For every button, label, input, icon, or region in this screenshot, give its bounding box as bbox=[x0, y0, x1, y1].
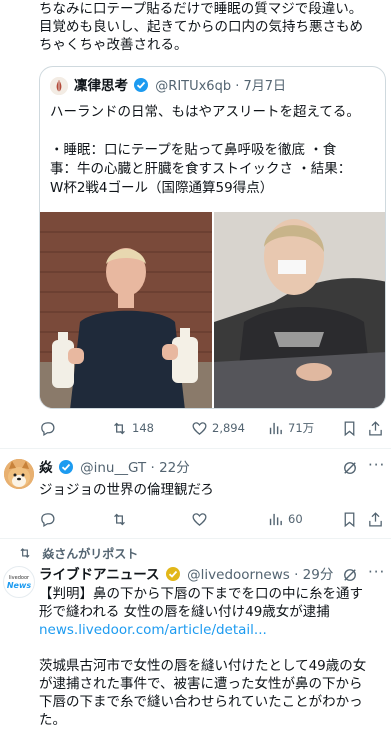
tweet2-action-bar: 60 bbox=[39, 509, 386, 529]
quote-author-name[interactable]: 凜律思考 bbox=[74, 78, 128, 94]
tweet3-grok-icon[interactable] bbox=[341, 566, 359, 584]
retweet-icon bbox=[20, 548, 30, 558]
tweet1-bookmark-button[interactable] bbox=[341, 420, 358, 437]
heart-icon bbox=[192, 512, 207, 526]
tweet1-share-button[interactable] bbox=[367, 420, 384, 437]
tweet2-retweet-button[interactable] bbox=[111, 511, 132, 528]
tweet2-bookmark-button[interactable] bbox=[341, 511, 358, 528]
quote-tweet-card[interactable]: 凜律思考 @RITUx6qb · 7月7日 ハーランドの日常、もはやアスリートを… bbox=[39, 66, 386, 409]
repost-label: 焱さんがリポスト bbox=[42, 547, 139, 561]
tweet1-retweet-button[interactable]: 148 bbox=[111, 420, 154, 437]
verified-badge-icon bbox=[58, 460, 73, 474]
tweet2-time[interactable]: · 22分 bbox=[150, 460, 189, 476]
heart-icon bbox=[192, 421, 207, 435]
quote-avatar-image bbox=[50, 77, 68, 95]
dog-avatar-image bbox=[4, 459, 34, 489]
tweet3-more-icon[interactable]: ··· bbox=[368, 563, 385, 581]
tweet1-view-count: 71万 bbox=[288, 421, 315, 435]
tweet1-reply-button[interactable] bbox=[39, 420, 60, 437]
quote-photo-left[interactable] bbox=[40, 212, 212, 408]
views-icon bbox=[269, 422, 282, 434]
quote-handle[interactable]: @RITUx6qb bbox=[155, 79, 231, 94]
bookmark-icon bbox=[344, 420, 355, 436]
tweet3-avatar[interactable]: livedoor News bbox=[3, 566, 35, 598]
tweet3-para-line4: た。 bbox=[39, 712, 66, 728]
tweet2-handle[interactable]: @inu__GT bbox=[80, 460, 146, 476]
share-icon bbox=[369, 511, 382, 527]
tweet2-author-name[interactable]: 焱 bbox=[39, 460, 53, 476]
tweet2-avatar[interactable] bbox=[4, 459, 34, 489]
tweet3-text-line1: 【判明】鼻の下から下唇の下までを口の中に糸を通す bbox=[39, 586, 363, 602]
views-icon bbox=[269, 513, 282, 525]
quote-text-line3: 事：牛の心臓と肝臓を食すストイックさ ・結果： bbox=[50, 161, 352, 177]
quote-text-line2: ・睡眠：口にテープを貼って鼻呼吸を徹底 ・食 bbox=[50, 142, 337, 158]
retweet-icon bbox=[114, 422, 125, 434]
bookmark-icon bbox=[344, 511, 355, 527]
quote-text-line4: W杯2戦4ゴール（国際通算59得点） bbox=[50, 180, 274, 196]
tweet2-more-icon[interactable]: ··· bbox=[368, 456, 385, 474]
verified-gold-badge-icon bbox=[165, 567, 180, 581]
tweet2-like-button[interactable] bbox=[191, 511, 212, 528]
retweet-icon bbox=[114, 513, 125, 525]
tweet3-text-line2: 形で縫われる 女性の唇を縫い付け49歳女が逮捕 bbox=[39, 604, 330, 620]
tweet3-para-line2: が逮捕された事件で、被害に遭った女性が鼻の下から bbox=[39, 676, 363, 692]
reply-icon bbox=[41, 421, 55, 436]
tweet1-text: ちなみに口テープ貼るだけで睡眠の質マジで段違い。 目覚めも良いし、起きてからの口… bbox=[39, 0, 389, 54]
tweet3-article-link[interactable]: news.livedoor.com/article/detail... bbox=[39, 621, 389, 639]
tweet1-text-line1: ちなみに口テープ貼るだけで睡眠の質マジで段違い。 bbox=[39, 1, 363, 17]
tweet2-views-button[interactable]: 60 bbox=[267, 511, 303, 528]
reply-icon bbox=[41, 512, 55, 527]
tweet3-author-name[interactable]: ライブドアニュース bbox=[39, 567, 160, 583]
repost-indicator[interactable]: 焱さんがリポスト bbox=[18, 546, 138, 562]
share-icon bbox=[369, 420, 382, 436]
tweet3-para-line3: 下唇の下まで糸で縫い合わせられていたことがわかっ bbox=[39, 694, 363, 710]
tweet1-action-bar: 148 2,894 71万 bbox=[39, 418, 386, 438]
tweet3-text: 【判明】鼻の下から下唇の下までを口の中に糸を通す 形で縫われる 女性の唇を縫い付… bbox=[39, 585, 389, 729]
quote-avatar[interactable] bbox=[50, 77, 68, 95]
tweet1-like-count: 2,894 bbox=[212, 421, 245, 435]
sleeping-tape-photo bbox=[214, 212, 385, 408]
quote-text: ハーランドの日常、もはやアスリートを超えてる。 ・睡眠：口にテープを貼って鼻呼吸… bbox=[50, 103, 380, 198]
tweet1-retweet-count: 148 bbox=[132, 421, 154, 435]
tweet3-para-line1: 茨城県古河市で女性の唇を縫い付けたとして49歳の女 bbox=[39, 658, 367, 674]
tweet2-grok-icon[interactable] bbox=[341, 459, 359, 477]
divider bbox=[0, 448, 391, 449]
tweet1-like-button[interactable]: 2,894 bbox=[191, 420, 245, 437]
tweet1-views-button[interactable]: 71万 bbox=[267, 420, 314, 437]
quote-text-line1: ハーランドの日常、もはやアスリートを超えてる。 bbox=[50, 104, 360, 120]
tweet3-time[interactable]: · 29分 bbox=[294, 567, 333, 583]
quote-date[interactable]: · 7月7日 bbox=[235, 79, 286, 94]
tweet1-text-line2: 目覚めも良いし、起きてからの口内の気持ち悪さもめ bbox=[39, 19, 363, 35]
avatar-text-bottom: News bbox=[6, 580, 32, 590]
tweet2-share-button[interactable] bbox=[367, 511, 384, 528]
milk-bottles-photo bbox=[40, 212, 212, 408]
quote-photo-right[interactable] bbox=[214, 212, 385, 408]
tweet1-text-line3: ちゃくちゃ改善される。 bbox=[39, 37, 188, 53]
verified-badge-icon bbox=[134, 78, 149, 92]
divider bbox=[0, 538, 391, 539]
tweet3-handle[interactable]: @livedoornews bbox=[187, 567, 290, 583]
tweet2-view-count: 60 bbox=[288, 512, 303, 526]
tweet2-text: ジョジョの世界の倫理観だろ bbox=[39, 482, 214, 498]
tweet2-reply-button[interactable] bbox=[39, 511, 60, 528]
